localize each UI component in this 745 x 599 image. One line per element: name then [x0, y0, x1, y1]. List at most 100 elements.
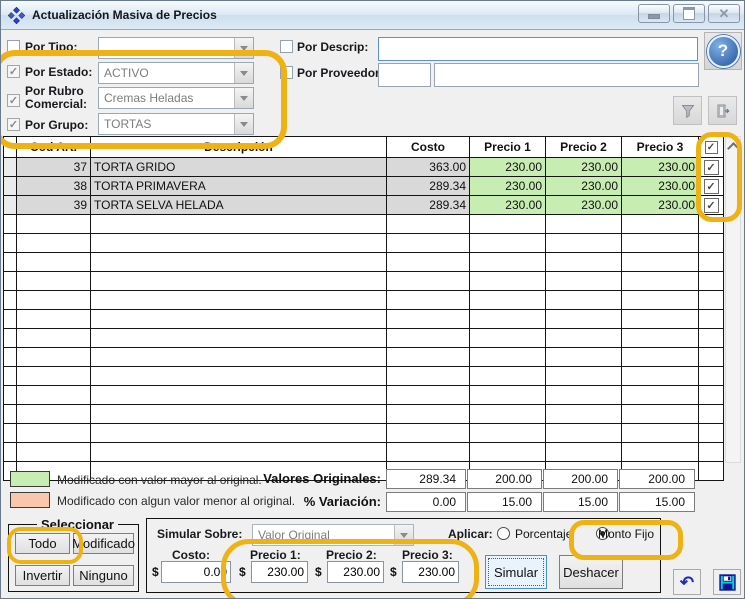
cell-precio2[interactable]: 230.00: [546, 196, 622, 215]
por-grupo-combo[interactable]: TORTAS: [98, 113, 254, 135]
cell-precio1[interactable]: 230.00: [470, 158, 546, 177]
por-estado-combo[interactable]: ACTIVO: [98, 62, 254, 84]
por-rubro-checkbox[interactable]: [7, 94, 20, 107]
cell-descripcion[interactable]: TORTA GRIDO: [91, 158, 387, 177]
empty-cell: [622, 348, 699, 367]
cell-costo[interactable]: 363.00: [387, 158, 470, 177]
cell-cod[interactable]: 37: [17, 158, 91, 177]
cell-costo[interactable]: 289.34: [387, 177, 470, 196]
por-descrip-checkbox[interactable]: [280, 40, 293, 53]
col-header-precio3[interactable]: Precio 3: [622, 137, 699, 158]
por-estado-checkbox[interactable]: [7, 65, 20, 78]
por-proveedor-code-input[interactable]: [378, 63, 431, 87]
empty-cell: [699, 367, 724, 386]
empty-cell: [91, 310, 387, 329]
por-tipo-value: [99, 38, 234, 58]
row-selector[interactable]: [4, 196, 17, 215]
ninguno-button[interactable]: Ninguno: [73, 565, 134, 586]
grid-empty-row: [4, 272, 724, 291]
por-tipo-dropdown-button[interactable]: [234, 38, 253, 58]
col-header-costo[interactable]: Costo: [387, 137, 470, 158]
scroll-up-button[interactable]: [726, 138, 740, 154]
precio3-input[interactable]: [402, 561, 459, 583]
undo-button[interactable]: ↶: [673, 569, 701, 595]
modificado-button[interactable]: Modificado: [73, 533, 134, 554]
original-precio1-value: 200.00: [467, 469, 542, 489]
col-header-precio1[interactable]: Precio 1: [470, 137, 546, 158]
col-header-precio2[interactable]: Precio 2: [546, 137, 622, 158]
maximize-button[interactable]: [673, 4, 705, 23]
grid-empty-rows: [4, 215, 724, 481]
por-tipo-combo[interactable]: [98, 37, 254, 59]
por-proveedor-checkbox[interactable]: [280, 66, 293, 79]
cell-precio2[interactable]: 230.00: [546, 177, 622, 196]
por-tipo-label: Por Tipo:: [25, 40, 77, 54]
cell-precio2[interactable]: 230.00: [546, 158, 622, 177]
empty-cell: [387, 367, 470, 386]
empty-cell: [470, 215, 546, 234]
empty-cell: [17, 405, 91, 424]
row-checkbox[interactable]: [704, 160, 719, 175]
row-checkbox[interactable]: [704, 198, 719, 213]
porcentaje-radio-label[interactable]: Porcentaje: [515, 527, 572, 541]
cell-costo[interactable]: 289.34: [387, 196, 470, 215]
por-descrip-input[interactable]: [378, 37, 698, 61]
cell-precio3[interactable]: 230.00: [622, 177, 699, 196]
aplicar-label: Aplicar:: [448, 527, 493, 541]
por-grupo-dropdown-button[interactable]: [234, 114, 253, 134]
row-checkbox[interactable]: [704, 179, 719, 194]
row-selector[interactable]: [4, 177, 17, 196]
costo-input[interactable]: [161, 561, 231, 583]
por-tipo-checkbox[interactable]: [7, 40, 20, 53]
por-estado-dropdown-button[interactable]: [234, 63, 253, 83]
empty-cell: [17, 215, 91, 234]
cell-cod[interactable]: 39: [17, 196, 91, 215]
legend-green-swatch: [10, 471, 50, 487]
close-button[interactable]: ✕: [708, 4, 740, 23]
empty-cell: [387, 234, 470, 253]
simular-sobre-combo[interactable]: Valor Original: [252, 524, 414, 546]
row-selector[interactable]: [4, 158, 17, 177]
select-all-checkbox[interactable]: [705, 141, 718, 154]
por-estado-value: ACTIVO: [99, 63, 234, 83]
simular-sobre-dropdown-button[interactable]: [394, 525, 413, 545]
cell-cod[interactable]: 38: [17, 177, 91, 196]
cell-checkbox: [699, 158, 724, 177]
empty-cell: [622, 329, 699, 348]
vertical-scrollbar[interactable]: [725, 136, 741, 463]
precio2-input[interactable]: [327, 561, 384, 583]
precio1-input[interactable]: [251, 561, 308, 583]
cell-precio1[interactable]: 230.00: [470, 177, 546, 196]
empty-cell: [91, 215, 387, 234]
cell-descripcion[interactable]: TORTA PRIMAVERA: [91, 177, 387, 196]
invertir-button[interactable]: Invertir: [15, 565, 70, 586]
por-rubro-combo[interactable]: Cremas Heladas: [98, 87, 254, 109]
empty-cell: [387, 443, 470, 462]
save-button[interactable]: [713, 569, 741, 595]
cell-precio3[interactable]: 230.00: [622, 196, 699, 215]
help-button[interactable]: ?: [704, 32, 742, 70]
minimize-button[interactable]: [638, 4, 670, 23]
cell-descripcion[interactable]: TORTA SELVA HELADA: [91, 196, 387, 215]
empty-cell: [91, 329, 387, 348]
precio3-currency-symbol: $: [390, 565, 397, 579]
porcentaje-radio[interactable]: [497, 527, 510, 540]
por-grupo-value: TORTAS: [99, 114, 234, 134]
filter-button[interactable]: [673, 96, 702, 125]
simular-button[interactable]: Simular: [485, 555, 547, 589]
todo-button[interactable]: Todo: [15, 533, 70, 554]
variacion-precio3-value: 15.00: [619, 492, 695, 512]
col-header-cod[interactable]: Cod Art.: [17, 137, 91, 158]
exit-button[interactable]: [708, 96, 737, 125]
empty-cell: [546, 234, 622, 253]
por-rubro-value: Cremas Heladas: [99, 88, 234, 108]
por-proveedor-name-input[interactable]: [434, 63, 699, 87]
monto-fijo-radio-label[interactable]: Monto Fijo: [598, 527, 654, 541]
por-rubro-dropdown-button[interactable]: [234, 88, 253, 108]
por-grupo-checkbox[interactable]: [7, 118, 20, 131]
cell-precio1[interactable]: 230.00: [470, 196, 546, 215]
empty-cell: [387, 424, 470, 443]
col-header-descripcion[interactable]: Descripción: [91, 137, 387, 158]
deshacer-button[interactable]: Deshacer: [559, 555, 623, 589]
cell-precio3[interactable]: 230.00: [622, 158, 699, 177]
